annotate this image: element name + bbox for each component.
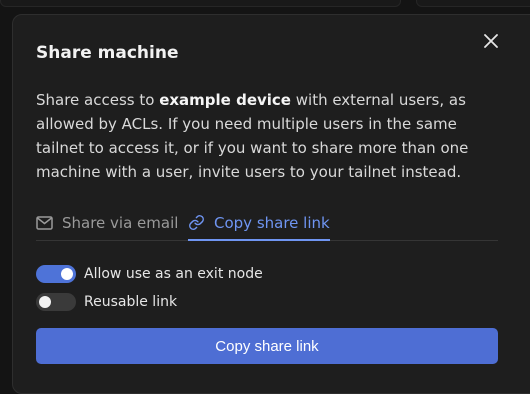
reusable-link-toggle[interactable]: [36, 293, 76, 311]
link-icon: [188, 214, 205, 231]
exit-node-toggle-row[interactable]: Allow use as an exit node: [36, 265, 263, 283]
close-button[interactable]: [480, 30, 502, 52]
toggle-knob: [61, 268, 73, 280]
dialog-description: Share access to example device with exte…: [36, 88, 506, 184]
toggle-knob: [39, 296, 51, 308]
reusable-link-toggle-label: Reusable link: [84, 294, 178, 310]
tab-share-via-email[interactable]: Share via email: [36, 206, 178, 240]
share-tabs: Share via email Copy share link: [36, 206, 498, 241]
copy-share-link-button[interactable]: Copy share link: [36, 328, 498, 364]
description-text: Share access to: [36, 91, 160, 109]
tab-label: Share via email: [62, 214, 179, 232]
exit-node-toggle[interactable]: [36, 265, 76, 283]
tab-label: Copy share link: [214, 213, 330, 232]
tab-copy-share-link[interactable]: Copy share link: [188, 206, 330, 241]
reusable-link-toggle-row[interactable]: Reusable link: [36, 293, 177, 311]
close-icon: [484, 34, 498, 48]
exit-node-toggle-label: Allow use as an exit node: [84, 266, 263, 282]
device-name: example device: [159, 91, 291, 109]
background-card: [416, 0, 530, 7]
mail-icon: [36, 216, 53, 230]
background-card: [0, 0, 401, 7]
dialog-title: Share machine: [36, 43, 179, 63]
